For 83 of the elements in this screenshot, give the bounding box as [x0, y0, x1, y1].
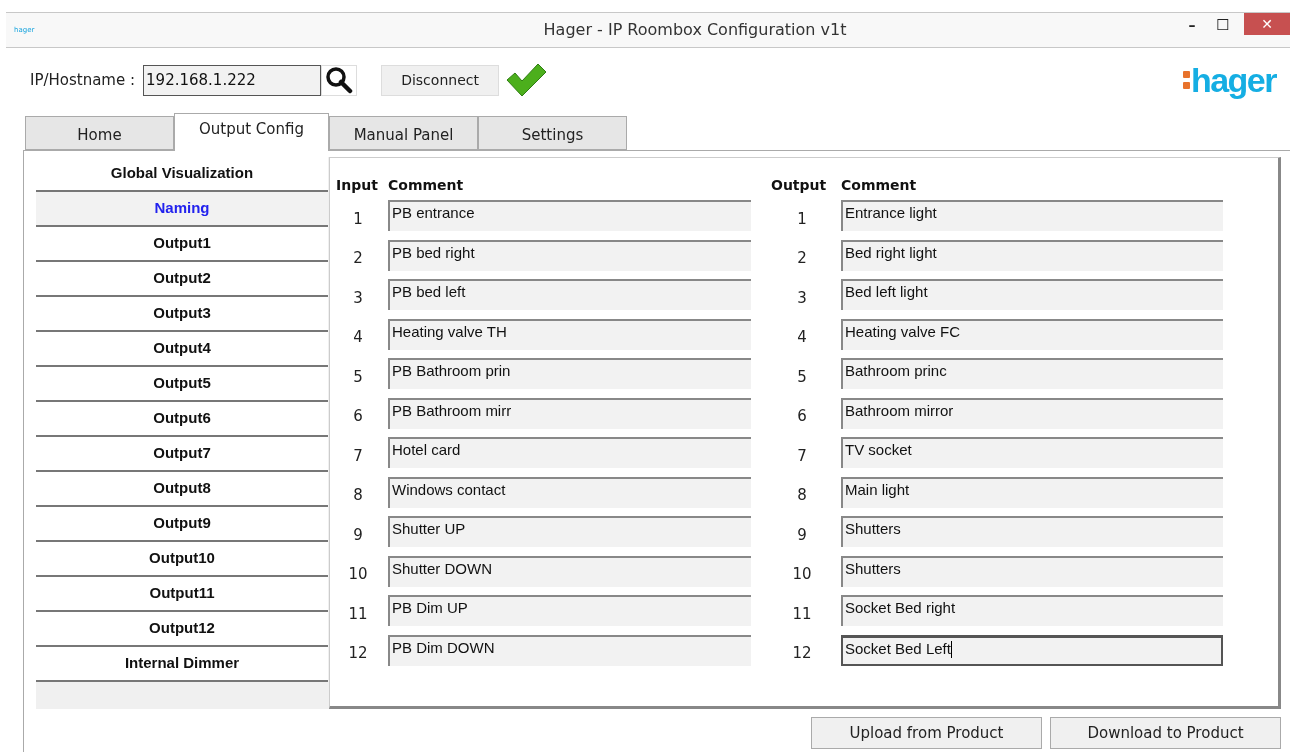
comment-field[interactable]: Shutter UP: [388, 516, 751, 548]
row-number: 5: [352, 366, 364, 388]
comment-field[interactable]: PB bed left: [388, 279, 751, 311]
row-number: 8: [796, 485, 808, 506]
row-number: 7: [796, 445, 808, 467]
comment-field[interactable]: Socket Bed right: [841, 595, 1223, 627]
tab[interactable]: Manual Panel: [329, 116, 478, 150]
comment-field[interactable]: PB Dim DOWN: [388, 634, 751, 666]
sidebar-item[interactable]: Internal Dimmer: [36, 647, 328, 682]
sidebar-item[interactable]: Output3: [36, 297, 328, 332]
row-number: 11: [347, 603, 369, 625]
comment-field[interactable]: Heating valve FC: [841, 318, 1223, 350]
comment-field[interactable]: Bed left light: [841, 279, 1223, 311]
column-header: Input: [336, 176, 379, 195]
comment-field[interactable]: PB Bathroom prin: [388, 358, 751, 390]
sidebar-item[interactable]: Output5: [36, 367, 328, 402]
row-number: 7: [352, 445, 364, 467]
sidebar-item[interactable]: Output2: [36, 262, 328, 297]
logo: hager: [1190, 63, 1276, 97]
row-number: 3: [796, 287, 808, 309]
comment-field[interactable]: Shutter DOWN: [388, 555, 751, 587]
tab[interactable]: Home: [25, 116, 174, 150]
hostname-field[interactable]: 192.168.1.222: [143, 64, 322, 96]
comment-field[interactable]: PB entrance: [388, 200, 751, 232]
row-number: 12: [791, 643, 813, 664]
tab[interactable]: Settings: [478, 116, 627, 150]
comment-field[interactable]: PB Dim UP: [388, 595, 751, 627]
sidebar-item[interactable]: Output12: [36, 612, 328, 647]
row-number: 4: [352, 327, 364, 348]
hostname-label: IP/Hostname :: [30, 69, 136, 91]
row-number: 6: [352, 406, 364, 427]
comment-field[interactable]: Shutters: [841, 555, 1223, 587]
comment-field[interactable]: Bathroom mirror: [841, 397, 1223, 429]
row-number: 1: [352, 208, 364, 230]
row-number: 9: [352, 524, 364, 546]
window-title: Hager - IP Roombox Configuration v1t: [542, 19, 848, 41]
row-number: 8: [352, 485, 364, 506]
comment-field[interactable]: Socket Bed Left: [841, 634, 1223, 666]
logo-icon: [1182, 68, 1191, 92]
row-number: 6: [796, 406, 808, 427]
column-header: Comment: [388, 176, 464, 195]
sidebar-item[interactable]: Output1: [36, 227, 328, 262]
sidebar-item[interactable]: Output7: [36, 437, 328, 472]
column-header: Comment: [841, 176, 917, 195]
sidebar-item[interactable]: Output8: [36, 472, 328, 507]
sidebar-item[interactable]: Global Visualization: [36, 157, 328, 192]
action-button[interactable]: Upload from Product: [811, 717, 1042, 749]
minimize-button[interactable]: –: [1176, 13, 1208, 37]
comment-field[interactable]: Heating valve TH: [388, 318, 751, 350]
action-button[interactable]: Download to Product: [1050, 717, 1281, 749]
comment-field[interactable]: Entrance light: [841, 200, 1223, 232]
search-button[interactable]: [321, 64, 358, 96]
comment-field[interactable]: Bathroom princ: [841, 358, 1223, 390]
comment-field[interactable]: TV socket: [841, 437, 1223, 469]
comment-field[interactable]: Main light: [841, 476, 1223, 508]
row-number: 2: [352, 248, 364, 269]
row-number: 1: [796, 208, 808, 230]
sidebar-item[interactable]: Output11: [36, 577, 328, 612]
sidebar-item[interactable]: Output6: [36, 402, 328, 437]
close-button[interactable]: ✕: [1244, 13, 1290, 35]
row-number: 11: [791, 603, 813, 625]
row-number: 10: [791, 564, 813, 585]
row-number: 3: [352, 287, 364, 309]
comment-field[interactable]: Bed right light: [841, 239, 1223, 271]
row-number: 10: [347, 564, 369, 585]
row-number: 5: [796, 366, 808, 388]
maximize-button[interactable]: ☐: [1208, 13, 1238, 37]
comment-field[interactable]: PB Bathroom mirr: [388, 397, 751, 429]
column-header: Output: [771, 176, 828, 195]
row-number: 12: [347, 643, 369, 664]
sidebar-item[interactable]: Output4: [36, 332, 328, 367]
sidebar-item[interactable]: Output10: [36, 542, 328, 577]
row-number: 4: [796, 327, 808, 348]
disconnect-button[interactable]: Disconnect: [381, 64, 500, 96]
search-icon: [325, 66, 354, 94]
row-number: 2: [796, 248, 808, 269]
comment-field[interactable]: Shutters: [841, 516, 1223, 548]
row-number: 9: [796, 524, 808, 546]
sidebar-item[interactable]: Output9: [36, 507, 328, 542]
comment-field[interactable]: Windows contact: [388, 476, 751, 508]
tab[interactable]: Output Config: [174, 113, 329, 151]
comment-field[interactable]: PB bed right: [388, 239, 751, 271]
comment-field[interactable]: Hotel card: [388, 437, 751, 469]
